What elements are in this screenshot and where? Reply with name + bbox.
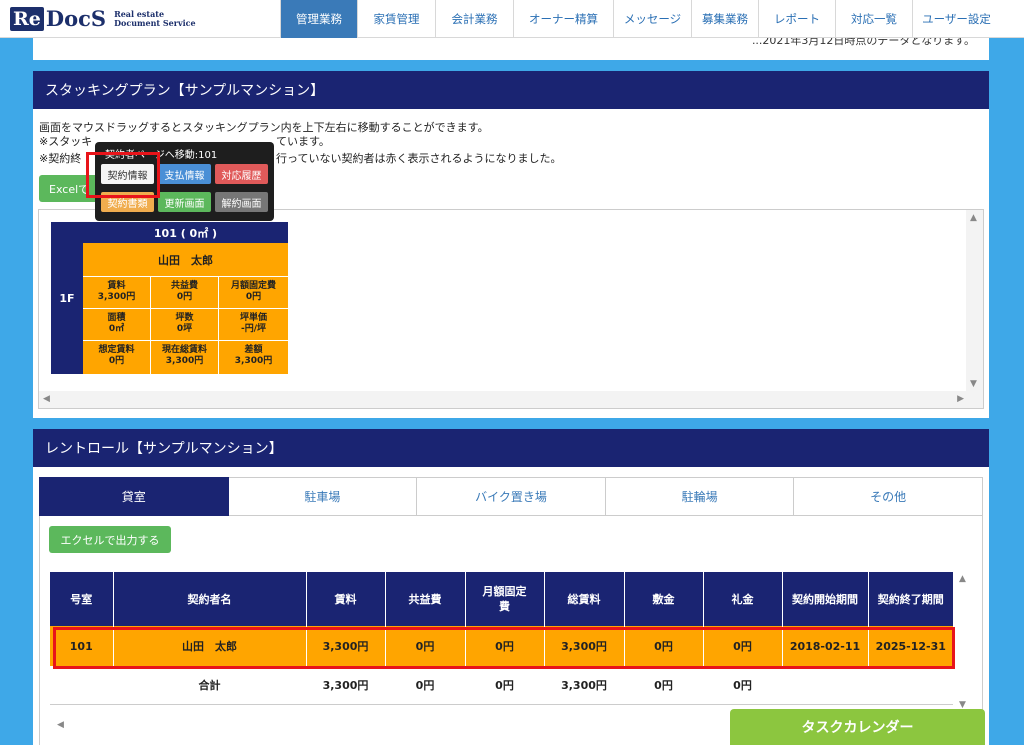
cell-current-total: 現在総賃料 3,300円 bbox=[151, 341, 219, 374]
nav-recruiting[interactable]: 募集業務 bbox=[691, 0, 758, 38]
table-header-row: 号室 契約者名 賃料 共益費 月額固定費 総賃料 敷金 礼金 契約開始期間 契約… bbox=[50, 572, 953, 626]
stacking-desc-2a: ※スタッキ bbox=[39, 135, 93, 148]
col-end-date[interactable]: 契約終了期間 bbox=[868, 572, 953, 626]
renewal-button[interactable]: 更新画面 bbox=[158, 192, 211, 212]
cell-tsubo: 坪数 0坪 bbox=[151, 309, 219, 341]
nav-responses[interactable]: 対応一覧 bbox=[835, 0, 912, 38]
cancellation-button[interactable]: 解約画面 bbox=[215, 192, 268, 212]
tab-bike-parking[interactable]: バイク置き場 bbox=[417, 477, 606, 516]
logo-tagline: Real estate Document Service bbox=[114, 9, 196, 28]
floor-label: 1F bbox=[51, 222, 83, 374]
table-scroll-left-icon[interactable]: ◀ bbox=[57, 721, 64, 730]
logo-docs: DocS bbox=[45, 6, 107, 31]
contract-info-highlight bbox=[86, 152, 160, 198]
payment-info-button[interactable]: 支払情報 bbox=[158, 164, 211, 184]
tenant-name: 山田 太郎 bbox=[83, 243, 288, 277]
cell-tsubo-price: 坪単価 -円/坪 bbox=[219, 309, 288, 341]
scroll-corner bbox=[966, 391, 983, 408]
task-calendar-button[interactable]: タスクカレンダー bbox=[730, 709, 985, 745]
logo-re: Re bbox=[10, 7, 44, 31]
nav-management[interactable]: 管理業務 bbox=[280, 0, 357, 38]
nav-messages[interactable]: メッセージ bbox=[613, 0, 691, 38]
stacking-desc-3a: ※契約終 bbox=[39, 152, 82, 165]
col-key-money[interactable]: 礼金 bbox=[703, 572, 783, 626]
stacking-desc-2b: ています。 bbox=[276, 135, 330, 148]
stacking-unit-101[interactable]: 1F 101 ( 0㎡ ) 山田 太郎 賃料 3,300円 共益費 0円 月額固定費… bbox=[51, 222, 288, 374]
stacking-desc-1: 画面をマウスドラッグするとスタッキングプラン内を上下左右に移動することができます… bbox=[39, 121, 489, 134]
main-nav: 管理業務 家賃管理 会計業務 オーナー精算 メッセージ 募集業務 レポート 対応… bbox=[280, 0, 1000, 38]
stacking-plan-panel: スタッキングプラン【サンプルマンション】 画面をマウスドラッグするとスタッキング… bbox=[33, 71, 989, 418]
vertical-scrollbar[interactable]: ▲ ▼ bbox=[966, 210, 983, 393]
col-tenant[interactable]: 契約者名 bbox=[113, 572, 307, 626]
top-bar: Re DocS Real estate Document Service 管理業… bbox=[0, 0, 1024, 38]
col-start-date[interactable]: 契約開始期間 bbox=[782, 572, 869, 626]
logo[interactable]: Re DocS Real estate Document Service bbox=[0, 0, 280, 38]
cell-assumed-rent: 想定賃料 0円 bbox=[83, 341, 151, 374]
history-button[interactable]: 対応履歴 bbox=[215, 164, 268, 184]
scroll-down-icon[interactable]: ▼ bbox=[970, 380, 977, 389]
col-rent[interactable]: 賃料 bbox=[306, 572, 386, 626]
tab-bicycle-parking[interactable]: 駐輪場 bbox=[605, 477, 795, 516]
room-header: 101 ( 0㎡ ) bbox=[83, 222, 288, 243]
col-total-rent[interactable]: 総賃料 bbox=[544, 572, 625, 626]
nav-user-settings[interactable]: ユーザー設定 bbox=[912, 0, 1000, 38]
cell-area: 面積 0㎡ bbox=[83, 309, 151, 341]
rent-roll-tabs: 貸室 駐車場 バイク置き場 駐輪場 その他 bbox=[39, 477, 983, 516]
col-monthly-fixed[interactable]: 月額固定費 bbox=[465, 572, 545, 626]
table-scroll-up-icon[interactable]: ▲ bbox=[959, 575, 966, 584]
notice-text: ...2021年3月12日時点のデータとなります。 bbox=[751, 38, 975, 47]
tab-other[interactable]: その他 bbox=[794, 477, 983, 516]
rent-roll-title: レントロール【サンプルマンション】 bbox=[33, 429, 989, 467]
notice-strip: ...2021年3月12日時点のデータとなります。 bbox=[33, 38, 989, 60]
col-deposit[interactable]: 敷金 bbox=[624, 572, 704, 626]
row-highlight bbox=[53, 627, 955, 669]
cell-rent: 賃料 3,300円 bbox=[83, 277, 151, 309]
nav-accounting[interactable]: 会計業務 bbox=[435, 0, 513, 38]
col-common-fee[interactable]: 共益費 bbox=[385, 572, 466, 626]
stacking-desc-3b: 行っていない契約者は赤く表示されるようになりました。 bbox=[276, 152, 562, 165]
cell-common-fee: 共益費 0円 bbox=[151, 277, 219, 309]
col-room[interactable]: 号室 bbox=[50, 572, 114, 626]
rent-roll-panel: レントロール【サンプルマンション】 貸室 駐車場 バイク置き場 駐輪場 その他 … bbox=[33, 429, 989, 745]
tab-parking[interactable]: 駐車場 bbox=[228, 477, 418, 516]
stacking-canvas[interactable]: 1F 101 ( 0㎡ ) 山田 太郎 賃料 3,300円 共益費 0円 月額固定費… bbox=[38, 209, 984, 409]
scroll-right-icon[interactable]: ▶ bbox=[957, 395, 964, 404]
scroll-up-icon[interactable]: ▲ bbox=[970, 214, 977, 223]
cell-monthly-fixed: 月額固定費 0円 bbox=[219, 277, 288, 309]
cell-difference: 差額 3,300円 bbox=[219, 341, 288, 374]
stacking-plan-title: スタッキングプラン【サンプルマンション】 bbox=[33, 71, 989, 109]
nav-reports[interactable]: レポート bbox=[758, 0, 835, 38]
nav-owner-settlement[interactable]: オーナー精算 bbox=[513, 0, 613, 38]
nav-rent[interactable]: 家賃管理 bbox=[357, 0, 435, 38]
table-total-row: 合計 3,300円 0円 0円 3,300円 0円 0円 bbox=[50, 666, 953, 705]
excel-export-button[interactable]: エクセルで出力する bbox=[49, 526, 171, 553]
tab-rooms[interactable]: 貸室 bbox=[39, 477, 229, 516]
scroll-left-icon[interactable]: ◀ bbox=[43, 395, 50, 404]
horizontal-scrollbar[interactable]: ◀ ▶ bbox=[39, 391, 968, 408]
